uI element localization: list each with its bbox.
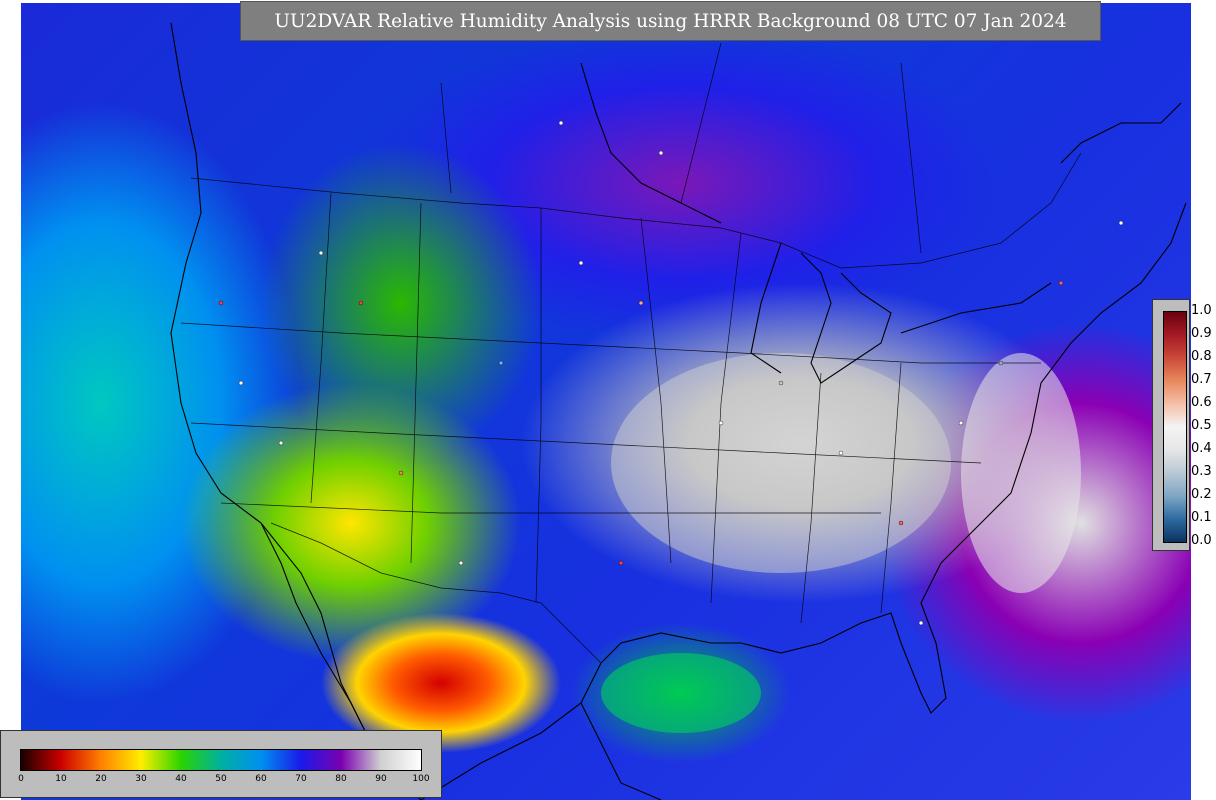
- rh-colorbar-tick: 0: [18, 774, 24, 784]
- rh-colorbar-tick: 60: [255, 774, 267, 784]
- fraction-colorbar-tick: 0.6: [1191, 395, 1212, 410]
- rh-colorbar-tick: 90: [375, 774, 387, 784]
- map-title: UU2DVAR Relative Humidity Analysis using…: [240, 1, 1101, 41]
- rh-analysis-map: [21, 3, 1191, 800]
- map-overlay: [170, 22, 1187, 800]
- fraction-colorbar-tick: 0.4: [1191, 441, 1212, 456]
- rh-colorbar: [20, 749, 422, 771]
- rh-colorbar-tick: 100: [412, 774, 430, 784]
- fraction-colorbar-tick: 0.3: [1191, 464, 1212, 479]
- fraction-colorbar-tick: 0.8: [1191, 349, 1212, 364]
- fraction-colorbar-tick: 1.0: [1191, 303, 1212, 318]
- rh-colorbar-tick: 30: [135, 774, 147, 784]
- rh-colorbar-tick: 80: [335, 774, 347, 784]
- rh-colorbar-tick: 40: [175, 774, 187, 784]
- political-boundaries: [180, 42, 1082, 664]
- fraction-colorbar-tick: 0.1: [1191, 510, 1212, 525]
- rh-colorbar-tick: 10: [55, 774, 67, 784]
- fraction-colorbar: [1163, 311, 1187, 543]
- fraction-colorbar-tick: 0.0: [1191, 533, 1212, 548]
- fraction-colorbar-tick: 0.7: [1191, 372, 1212, 387]
- gulf-moisture-region: [601, 653, 761, 733]
- rh-colorbar-tick: 50: [215, 774, 227, 784]
- fraction-colorbar-tick: 0.5: [1191, 418, 1212, 433]
- fraction-colorbar-tick: 0.2: [1191, 487, 1212, 502]
- fraction-colorbar-tick: 0.9: [1191, 326, 1212, 341]
- rh-colorbar-tick: 70: [295, 774, 307, 784]
- rh-colorbar-tick: 20: [95, 774, 107, 784]
- fraction-colorbar-panel: 0.0 0.1 0.2 0.3 0.4 0.5 0.6 0.7 0.8 0.9 1.0: [1152, 299, 1212, 551]
- eastern-us-region: [611, 353, 951, 573]
- rh-colorbar-panel: 0 10 20 30 40 50 60 70 80 90 100: [0, 730, 442, 798]
- atlantic-dry-region: [961, 353, 1081, 593]
